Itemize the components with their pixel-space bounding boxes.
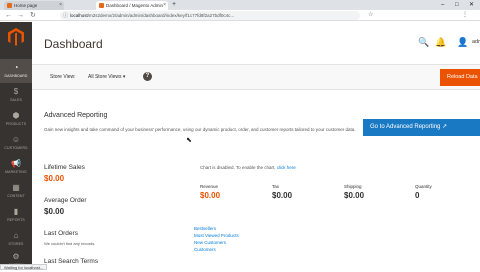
layout-icon: ▦ xyxy=(12,183,20,192)
new-tab-button[interactable]: + xyxy=(172,0,176,10)
tab-title: Home page xyxy=(14,3,38,8)
reload-data-button[interactable]: Reload Data xyxy=(440,69,480,86)
browser-status-bar: Waiting for localhost... xyxy=(0,264,48,270)
store-view-select[interactable]: All Store Views ▾ xyxy=(88,74,125,80)
lifetime-sales-value: $0.00 xyxy=(44,174,65,183)
browser-nav-bar: ← → ↻ ⓘ localhost/m2s2demo/2/admin/admin… xyxy=(0,10,480,21)
info-icon[interactable]: ⓘ xyxy=(63,12,68,20)
sidebar-item-sales[interactable]: $ SALES xyxy=(0,83,32,107)
star-icon[interactable]: ☆ xyxy=(368,11,373,20)
advanced-reporting-button[interactable]: Go to Advanced Reporting ↗ xyxy=(363,119,480,136)
quantity-label: Quantity xyxy=(415,184,432,189)
tax-label: Tax xyxy=(272,184,280,189)
average-order-label: Average Order xyxy=(44,197,87,204)
last-orders-label: Last Orders xyxy=(44,230,78,237)
sidebar-item-customers[interactable]: ☺ CUSTOMERS xyxy=(0,131,32,155)
megaphone-icon: 📢 xyxy=(11,159,21,168)
favicon-icon xyxy=(99,3,104,8)
reload-button[interactable]: ↻ xyxy=(30,11,36,20)
bar-chart-icon: ▮ xyxy=(13,207,19,216)
cube-icon: ⬢ xyxy=(12,111,20,120)
scope-toolbar: Store View: All Store Views ▾ ? Reload D… xyxy=(32,64,480,90)
url-path: /m2s2demo/2/admin/admin/dashboard/index/… xyxy=(87,13,235,18)
average-order-value: $0.00 xyxy=(44,207,65,216)
browser-tab-dashboard[interactable]: Dashboard / Magento Admin × xyxy=(96,1,168,10)
store-view-label: Store View: xyxy=(50,74,76,80)
user-icon[interactable]: 👤 xyxy=(457,37,468,48)
main-content: Dashboard 🔍 🔔 👤 admin Store View: All St… xyxy=(32,22,480,270)
sidebar-item-label: SALES xyxy=(10,98,22,102)
tax-value: $0.00 xyxy=(272,191,293,200)
minimize-button[interactable]: – xyxy=(441,0,444,10)
close-tab-icon[interactable]: × xyxy=(59,1,62,10)
address-bar[interactable]: ⓘ localhost/m2s2demo/2/admin/admin/dashb… xyxy=(60,11,360,20)
sidebar-item-marketing[interactable]: 📢 MARKETING xyxy=(0,155,32,179)
tab-title: Dashboard / Magento Admin xyxy=(106,3,164,8)
quantity-value: 0 xyxy=(415,191,420,200)
back-button[interactable]: ← xyxy=(5,11,12,20)
revenue-value: $0.00 xyxy=(200,191,221,200)
magento-logo-icon[interactable] xyxy=(8,28,24,46)
shipping-label: Shipping xyxy=(344,184,362,189)
advanced-reporting-title: Advanced Reporting xyxy=(44,112,108,119)
close-window-button[interactable]: ✕ xyxy=(469,0,474,10)
admin-sidebar: ◔ DASHBOARD $ SALES ⬢ PRODUCTS ☺ CUSTOME… xyxy=(0,22,32,270)
tab-new-customers[interactable]: New Customers xyxy=(194,240,226,245)
browser-tab-bar: Home page × Dashboard / Magento Admin × … xyxy=(0,0,480,10)
tab-bestsellers[interactable]: Bestsellers xyxy=(194,226,216,231)
sidebar-item-label: CUSTOMERS xyxy=(4,146,28,150)
mouse-cursor-icon: ⬉ xyxy=(186,137,192,144)
close-tab-icon[interactable]: × xyxy=(163,1,166,10)
last-search-terms-label: Last Search Terms xyxy=(44,258,99,265)
chart-disabled-text: Chart is disabled. To enable the chart, xyxy=(200,165,277,170)
sidebar-item-dashboard[interactable]: ◔ DASHBOARD xyxy=(0,59,32,83)
sidebar-item-label: REPORTS xyxy=(7,218,25,222)
maximize-button[interactable]: □ xyxy=(455,0,459,10)
tab-customers[interactable]: Customers xyxy=(194,247,216,252)
menu-icon[interactable]: ⋮ xyxy=(462,11,468,20)
forward-button[interactable]: → xyxy=(17,11,24,20)
user-name[interactable]: admin xyxy=(472,39,480,45)
person-icon: ☺ xyxy=(11,135,21,144)
sidebar-item-label: CONTENT xyxy=(7,194,25,198)
last-orders-empty-text: We couldn't find any records. xyxy=(44,241,96,246)
lifetime-sales-label: Lifetime Sales xyxy=(44,164,85,171)
chart-disabled-note: Chart is disabled. To enable the chart, … xyxy=(200,165,296,170)
sidebar-item-label: DASHBOARD xyxy=(4,74,28,78)
favicon-icon xyxy=(7,3,12,8)
revenue-label: Revenue xyxy=(200,184,219,189)
gear-icon: ⚙ xyxy=(12,252,20,261)
sidebar-item-products[interactable]: ⬢ PRODUCTS xyxy=(0,107,32,131)
speedometer-icon: ◔ xyxy=(13,63,19,72)
url-host: localhost xyxy=(70,13,88,18)
search-icon[interactable]: 🔍 xyxy=(418,37,429,48)
tab-most-viewed-products[interactable]: Most Viewed Products xyxy=(194,233,239,238)
dollar-icon: $ xyxy=(13,87,19,96)
browser-tab-home[interactable]: Home page × xyxy=(4,1,64,10)
advanced-reporting-text: Gain new insights and take command of yo… xyxy=(44,127,356,132)
sidebar-item-label: PRODUCTS xyxy=(5,122,27,126)
page-title: Dashboard xyxy=(44,37,103,51)
sidebar-item-label: MARKETING xyxy=(5,170,27,174)
enable-chart-link[interactable]: click here xyxy=(277,165,296,170)
sidebar-item-label: STORES xyxy=(8,242,24,246)
bell-icon[interactable]: 🔔 xyxy=(435,37,446,48)
shipping-value: $0.00 xyxy=(344,191,365,200)
sidebar-item-content[interactable]: ▦ CONTENT xyxy=(0,179,32,203)
store-icon: ⌂ xyxy=(13,231,19,240)
help-icon[interactable]: ? xyxy=(143,72,152,81)
sidebar-item-reports[interactable]: ▮ REPORTS xyxy=(0,203,32,227)
